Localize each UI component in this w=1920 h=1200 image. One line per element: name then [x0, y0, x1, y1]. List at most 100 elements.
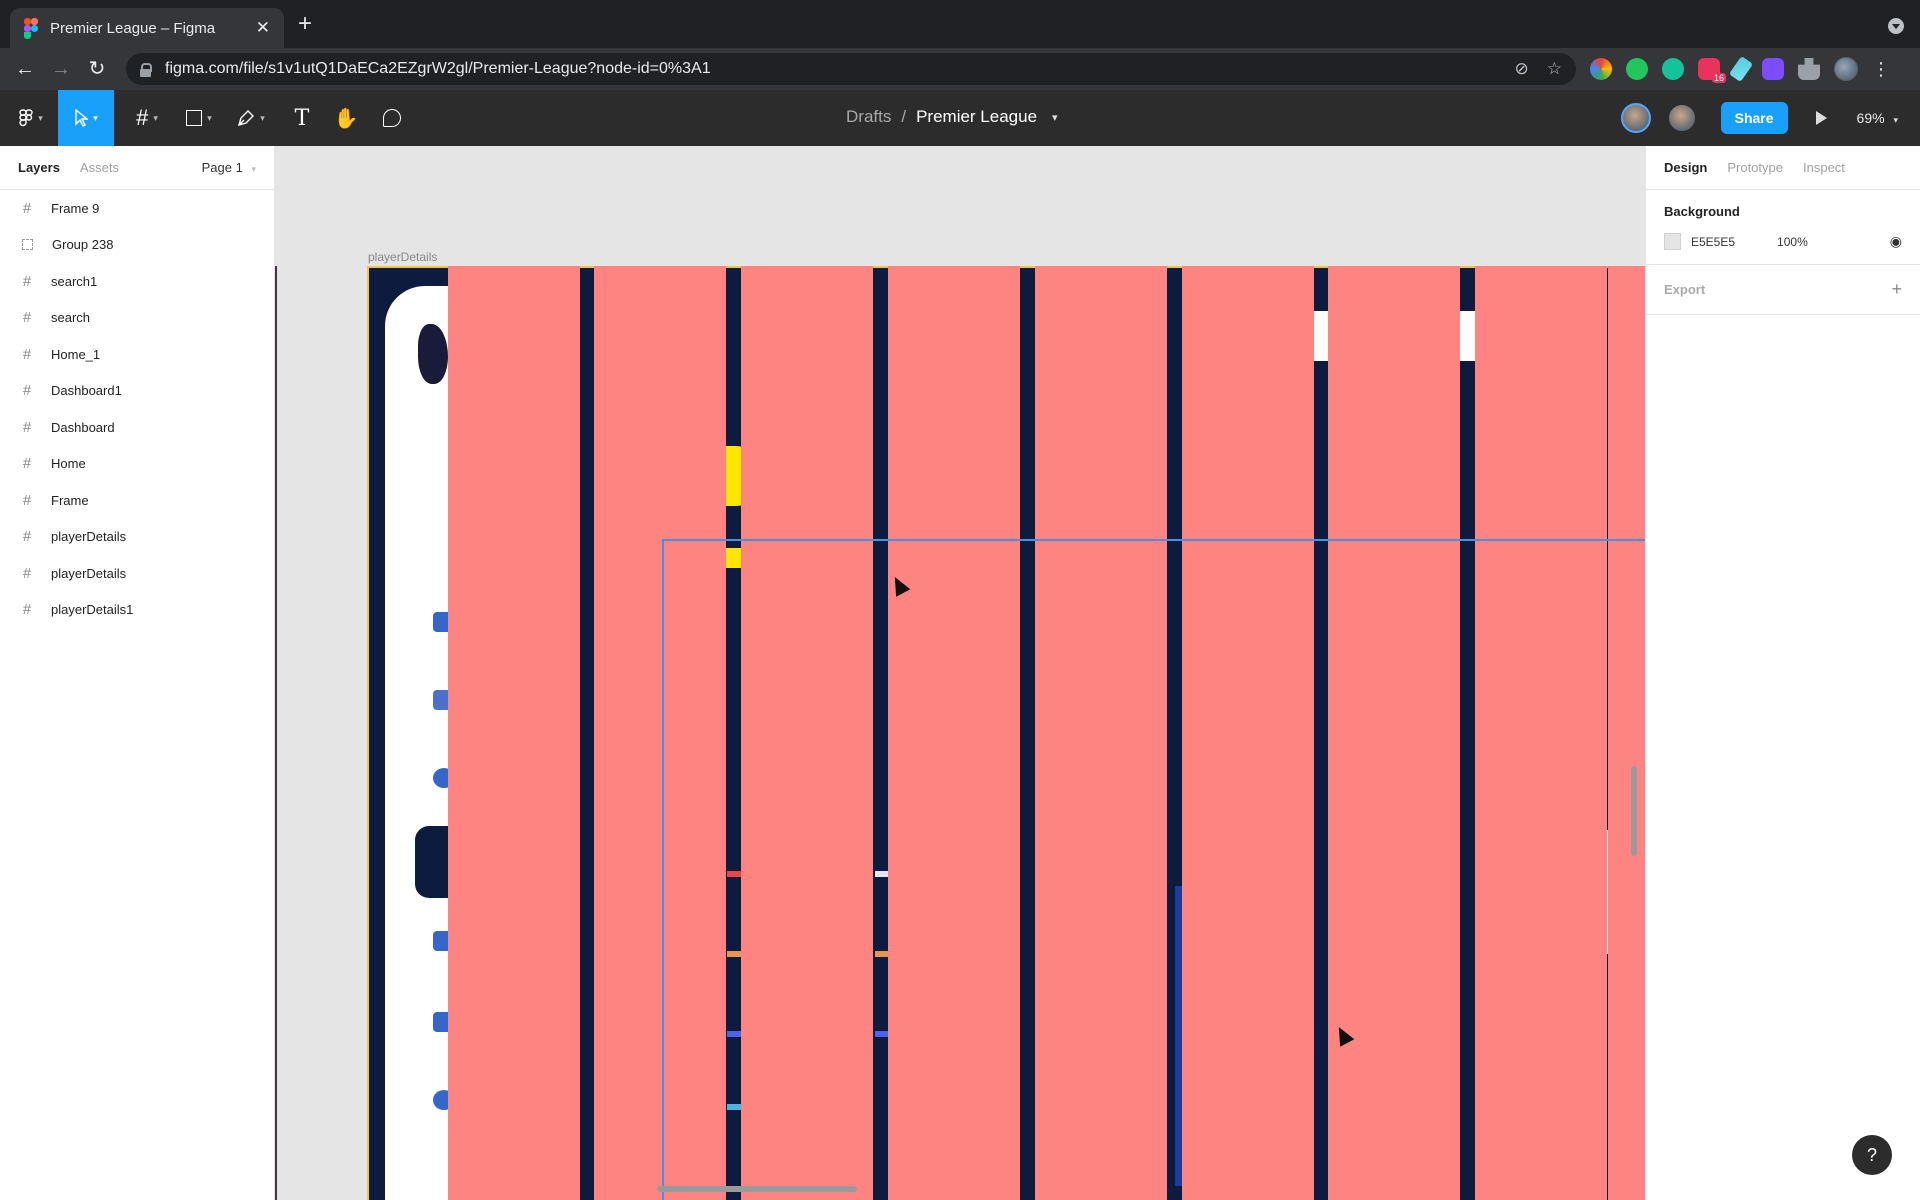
tab-close-icon[interactable]: ✕	[256, 18, 270, 38]
layer-item[interactable]: Group 238	[0, 227, 274, 264]
layer-item[interactable]: # Frame	[0, 482, 274, 519]
layer-label: Home	[51, 456, 86, 472]
figma-logo-icon	[19, 109, 33, 127]
new-tab-button[interactable]: +	[298, 12, 312, 36]
file-name[interactable]: Premier League	[916, 107, 1037, 127]
layer-item[interactable]: # Dashboard	[0, 409, 274, 446]
frame-tool-button[interactable]: # ▾	[124, 90, 170, 146]
present-play-icon[interactable]	[1815, 111, 1827, 125]
frame-icon: #	[22, 601, 32, 619]
visibility-eye-icon[interactable]: ◉	[1890, 233, 1902, 250]
background-opacity-input[interactable]: 100%	[1777, 235, 1808, 249]
extension-purple-icon[interactable]	[1762, 58, 1784, 80]
layer-label: Home_1	[51, 346, 101, 362]
hover-selection-box	[662, 539, 1645, 1200]
extension-red-icon[interactable]: 16	[1698, 58, 1726, 83]
frame-icon: #	[22, 272, 32, 290]
layer-label: Group 238	[52, 237, 114, 253]
main-menu-button[interactable]: ▾	[8, 90, 54, 146]
group-icon	[22, 239, 33, 251]
tab-inspect[interactable]: Inspect	[1803, 160, 1845, 175]
background-section: Background E5E5E5 100% ◉	[1646, 190, 1920, 265]
extensions-puzzle-icon[interactable]	[1798, 58, 1820, 80]
tab-assets[interactable]: Assets	[80, 160, 119, 175]
figma-right-controls: Share 69% ▾	[1620, 90, 1920, 146]
layer-item[interactable]: # playerDetails	[0, 519, 274, 556]
share-button[interactable]: Share	[1720, 102, 1788, 134]
layer-label: Dashboard1	[51, 383, 122, 399]
extension-color-icon[interactable]	[1590, 58, 1612, 80]
eye-off-icon[interactable]: ⊘	[1515, 59, 1529, 79]
profile-avatar[interactable]	[1834, 57, 1858, 81]
breadcrumb: Drafts / Premier League ▾	[846, 107, 1058, 127]
pen-tool-button[interactable]: ▾	[228, 90, 274, 146]
frame-icon: #	[22, 564, 32, 582]
frame-icon: #	[22, 455, 32, 473]
add-export-plus-icon[interactable]: +	[1891, 279, 1902, 300]
frame-label[interactable]: playerDetails	[368, 250, 437, 264]
placeholder-stripe-1[interactable]	[448, 266, 580, 1200]
layer-item[interactable]: # search1	[0, 263, 274, 300]
frame-icon: #	[22, 382, 32, 400]
breadcrumb-drafts[interactable]: Drafts	[846, 107, 891, 127]
extension-green-icon[interactable]	[1626, 58, 1648, 80]
comment-tool-button[interactable]	[372, 90, 412, 146]
shape-tool-button[interactable]: ▾	[176, 90, 222, 146]
page-name: Page 1	[201, 160, 243, 175]
canvas-edge-line	[275, 266, 277, 1200]
layer-label: playerDetails1	[51, 602, 134, 618]
layer-label: Frame 9	[51, 200, 100, 216]
figma-toolbar: ▾ ▾ # ▾ ▾ ▾ T ✋ Drafts / Premier League ▾…	[0, 90, 1920, 146]
layer-item[interactable]: # playerDetails1	[0, 592, 274, 629]
breadcrumb-separator: /	[901, 107, 907, 126]
grammarly-icon[interactable]	[1662, 58, 1684, 80]
hand-icon: ✋	[333, 107, 359, 130]
bookmark-star-icon[interactable]: ☆	[1547, 59, 1562, 79]
layer-item[interactable]: # playerDetails	[0, 555, 274, 592]
address-bar[interactable]: figma.com/file/s1v1utQ1DaECa2EZgrW2gl/Pr…	[126, 53, 1576, 85]
file-menu-chevron-down-icon[interactable]: ▾	[1052, 111, 1058, 124]
frame-hash-icon: #	[136, 105, 149, 130]
layer-label: search1	[51, 273, 98, 289]
layer-item[interactable]: # Home_1	[0, 336, 274, 373]
figma-favicon-icon	[24, 18, 38, 39]
background-hex-input[interactable]: E5E5E5	[1691, 235, 1735, 249]
layers-panel-tabs: Layers Assets Page 1 ▾	[0, 146, 274, 190]
layer-item[interactable]: # Home	[0, 446, 274, 483]
back-button[interactable]: ←	[12, 56, 38, 82]
horizontal-scrollbar[interactable]	[657, 1186, 857, 1192]
frame-icon: #	[22, 491, 32, 509]
page-selector[interactable]: Page 1 ▾	[202, 160, 256, 175]
layer-label: search	[51, 310, 91, 326]
pen-icon	[238, 110, 255, 127]
design-canvas[interactable]: playerDetails	[275, 146, 1645, 1200]
url-text[interactable]: figma.com/file/s1v1utQ1DaECa2EZgrW2gl/Pr…	[165, 60, 711, 78]
background-color-swatch[interactable]	[1664, 233, 1681, 250]
browser-tab[interactable]: Premier League – Figma ✕	[10, 8, 284, 48]
text-tool-button[interactable]: T	[282, 90, 322, 146]
vertical-scrollbar[interactable]	[1631, 766, 1637, 856]
browser-toolbar: ← → ↻ figma.com/file/s1v1utQ1DaECa2EZgrW…	[0, 48, 1920, 90]
zoom-level[interactable]: 69% ▾	[1857, 110, 1898, 126]
layer-item[interactable]: # Dashboard1	[0, 373, 274, 410]
hand-tool-button[interactable]: ✋	[326, 90, 366, 146]
layer-item[interactable]: # search	[0, 300, 274, 337]
layer-list: # Frame 9 Group 238 # search1 # search # Home_1 #…	[0, 190, 274, 628]
reload-button[interactable]: ↻	[84, 56, 110, 82]
move-tool-button[interactable]: ▾	[58, 90, 114, 146]
help-button[interactable]: ?	[1852, 1135, 1892, 1175]
extension-badge: 16	[1711, 73, 1726, 83]
tab-search-icon[interactable]	[1888, 18, 1904, 34]
layer-item[interactable]: # Frame 9	[0, 190, 274, 227]
tab-design[interactable]: Design	[1664, 160, 1707, 175]
tab-layers[interactable]: Layers	[18, 160, 60, 175]
rectangle-icon	[186, 110, 203, 126]
browser-menu-icon[interactable]: ⋮	[1872, 59, 1890, 80]
pen-extension-icon[interactable]	[1728, 55, 1754, 83]
collaborator-avatar[interactable]	[1620, 103, 1651, 133]
export-section: Export +	[1646, 265, 1920, 315]
lock-icon[interactable]	[140, 62, 152, 77]
user-avatar[interactable]	[1666, 103, 1697, 133]
forward-button[interactable]: →	[48, 56, 74, 82]
tab-prototype[interactable]: Prototype	[1727, 160, 1783, 175]
